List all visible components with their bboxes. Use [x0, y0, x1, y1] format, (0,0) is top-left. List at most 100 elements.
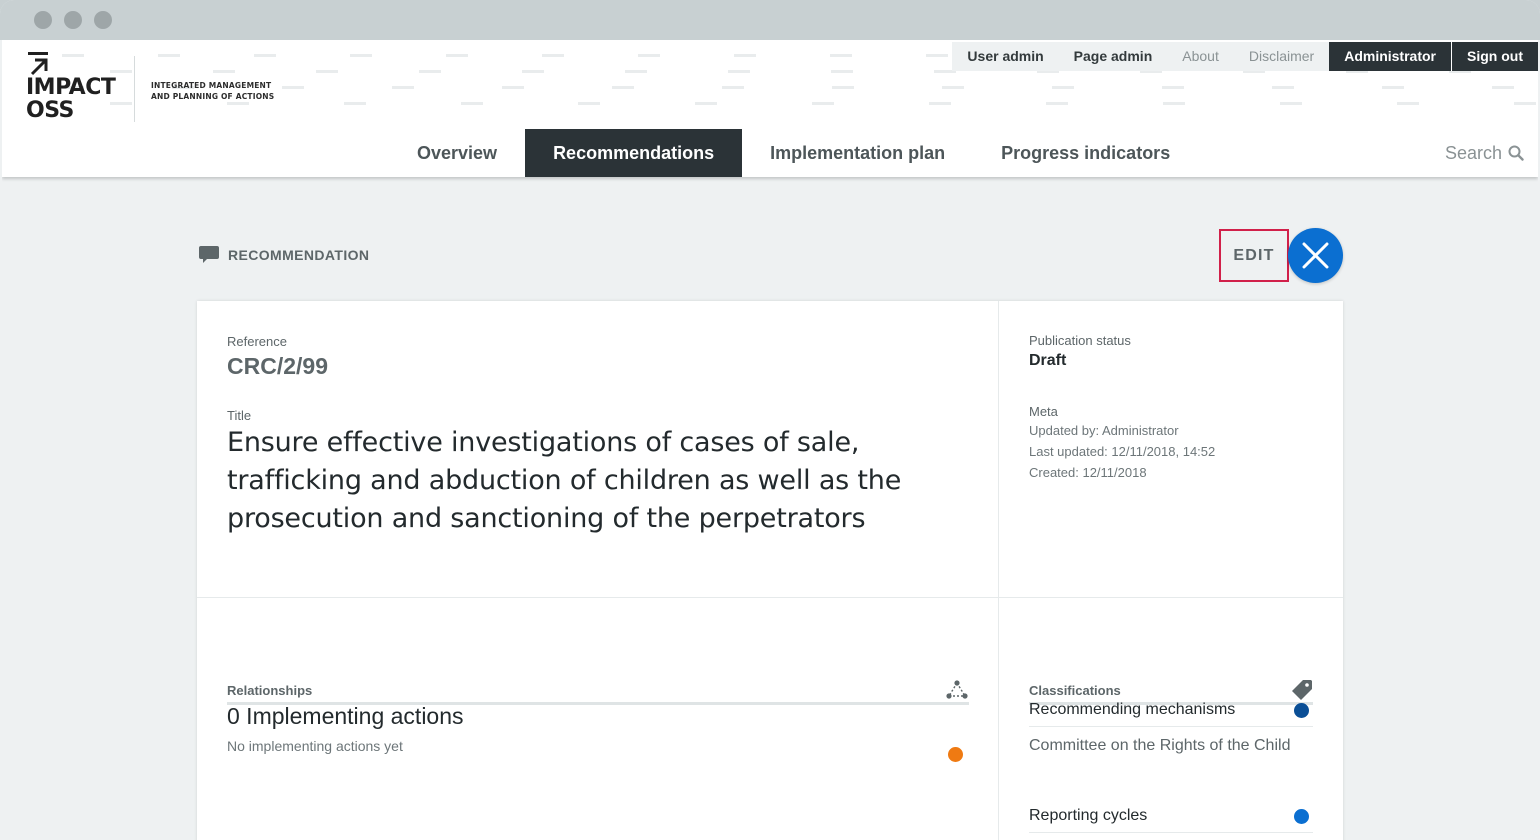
arrow-up-left-icon — [28, 52, 48, 76]
pattern-dash — [831, 70, 853, 73]
window-minimize-control[interactable] — [64, 11, 82, 29]
network-icon — [945, 679, 969, 706]
recommendation-title: Ensure effective investigations of cases… — [227, 427, 902, 534]
pattern-dash — [1382, 86, 1404, 89]
implementing-actions-empty: No implementing actions yet — [227, 738, 403, 754]
classifications-label: Classifications — [1029, 683, 1121, 698]
pattern-dash — [227, 102, 249, 105]
pattern-dash — [419, 70, 441, 73]
tab-progress-indicators[interactable]: Progress indicators — [973, 129, 1198, 177]
main-navigation: Overview Recommendations Implementation … — [389, 129, 1198, 177]
publication-status-value: Draft — [1029, 352, 1067, 369]
implementing-actions-count[interactable]: 0 Implementing actions — [227, 703, 464, 730]
pattern-dash — [446, 54, 468, 57]
close-button[interactable] — [1288, 228, 1343, 283]
pattern-dash — [1046, 102, 1068, 105]
title-label: Title — [227, 408, 252, 423]
search-label: Search — [1444, 142, 1502, 163]
user-admin-link[interactable]: User admin — [952, 42, 1059, 71]
edit-button[interactable]: EDIT — [1219, 229, 1289, 282]
about-link[interactable]: About — [1167, 42, 1234, 71]
logo-claim: INTEGRATED MANAGEMENT AND PLANNING OF AC… — [151, 80, 274, 102]
meta-created: Created: 12/11/2018 — [1029, 465, 1147, 480]
pattern-dash — [392, 86, 414, 89]
pattern-dash — [1052, 86, 1074, 89]
top-navigation: User admin Page admin About Disclaimer A… — [952, 42, 1538, 71]
pattern-dash — [638, 54, 660, 57]
pattern-dash — [1492, 86, 1514, 89]
pattern-dash — [830, 54, 852, 57]
pattern-dash — [213, 70, 235, 73]
search-button[interactable]: Search — [1445, 140, 1524, 166]
pattern-dash — [1163, 102, 1185, 105]
site-header: IMPACT OSS INTEGRATED MANAGEMENT AND PLA… — [2, 40, 1538, 177]
entity-type-label: RECOMMENDATION — [198, 244, 369, 266]
claim-line-1: INTEGRATED MANAGEMENT — [151, 81, 272, 90]
page-admin-link[interactable]: Page admin — [1058, 42, 1168, 71]
classification-separator — [1029, 726, 1313, 727]
pattern-dash — [461, 102, 483, 105]
pattern-dash — [1162, 86, 1184, 89]
classification-separator — [1029, 832, 1313, 833]
pattern-dash — [1272, 86, 1294, 89]
pattern-dash — [929, 102, 951, 105]
window-titlebar — [0, 0, 1540, 40]
claim-line-2: AND PLANNING OF ACTIONS — [151, 92, 275, 101]
tab-recommendations[interactable]: Recommendations — [525, 129, 743, 177]
pattern-dash — [812, 102, 834, 105]
pattern-dash — [522, 70, 544, 73]
pattern-dash — [728, 70, 750, 73]
window-maximize-control[interactable] — [94, 11, 112, 29]
pattern-dash — [734, 54, 756, 57]
pattern-dash — [542, 54, 564, 57]
entity-type-text: RECOMMENDATION — [228, 247, 370, 263]
pattern-dash — [942, 86, 964, 89]
window-close-control[interactable] — [34, 11, 52, 29]
app: IMPACT OSS INTEGRATED MANAGEMENT AND PLA… — [2, 40, 1538, 840]
column-divider — [998, 301, 999, 840]
home-logo[interactable]: IMPACT OSS — [26, 52, 126, 124]
pattern-dash — [578, 102, 600, 105]
logo-wordmark: IMPACT OSS — [26, 75, 116, 123]
meta-last-updated: Last updated: 12/11/2018, 14:52 — [1029, 444, 1216, 459]
pattern-dash — [350, 54, 372, 57]
search-icon — [1508, 145, 1524, 161]
comment-icon — [199, 246, 219, 263]
pattern-dash — [722, 86, 744, 89]
pattern-dash — [1397, 102, 1419, 105]
pattern-dash — [612, 86, 634, 89]
pattern-dash — [344, 102, 366, 105]
account-link[interactable]: Administrator — [1329, 42, 1451, 71]
pattern-dash — [625, 70, 647, 73]
meta-updated-by: Updated by: Administrator — [1029, 423, 1179, 438]
implementing-actions-color-dot — [948, 747, 963, 762]
tab-implementation-plan[interactable]: Implementation plan — [742, 129, 973, 177]
sign-out-link[interactable]: Sign out — [1452, 42, 1538, 71]
relationships-header: Relationships — [227, 679, 969, 705]
pattern-dash — [832, 86, 854, 89]
publication-status-label: Publication status — [1029, 333, 1131, 348]
disclaimer-link[interactable]: Disclaimer — [1233, 42, 1330, 71]
pattern-dash — [316, 70, 338, 73]
browser-window: IMPACT OSS INTEGRATED MANAGEMENT AND PLA… — [0, 0, 1540, 840]
recommendation-card: Reference CRC/2/99 Title Ensure effectiv… — [197, 301, 1343, 840]
classification-value-mechanisms[interactable]: Committee on the Rights of the Child — [1029, 737, 1290, 755]
row-divider — [197, 597, 1343, 598]
logo-name: IMPACT OSS — [26, 75, 116, 123]
pattern-dash — [1514, 102, 1536, 105]
tag-icon — [1291, 679, 1313, 706]
pattern-dash — [254, 54, 276, 57]
logo-divider — [134, 56, 135, 122]
classification-title-mechanisms: Recommending mechanisms — [1029, 701, 1236, 718]
close-icon — [1302, 242, 1329, 269]
pattern-dash — [926, 54, 948, 57]
pattern-dash — [1280, 102, 1302, 105]
reference-label: Reference — [227, 334, 287, 349]
relationships-label: Relationships — [227, 683, 313, 698]
pattern-dash — [282, 86, 304, 89]
tab-overview[interactable]: Overview — [389, 129, 525, 177]
pattern-dash — [502, 86, 524, 89]
classification-color-dot — [1294, 703, 1309, 718]
pattern-dash — [695, 102, 717, 105]
meta-label: Meta — [1029, 404, 1058, 419]
